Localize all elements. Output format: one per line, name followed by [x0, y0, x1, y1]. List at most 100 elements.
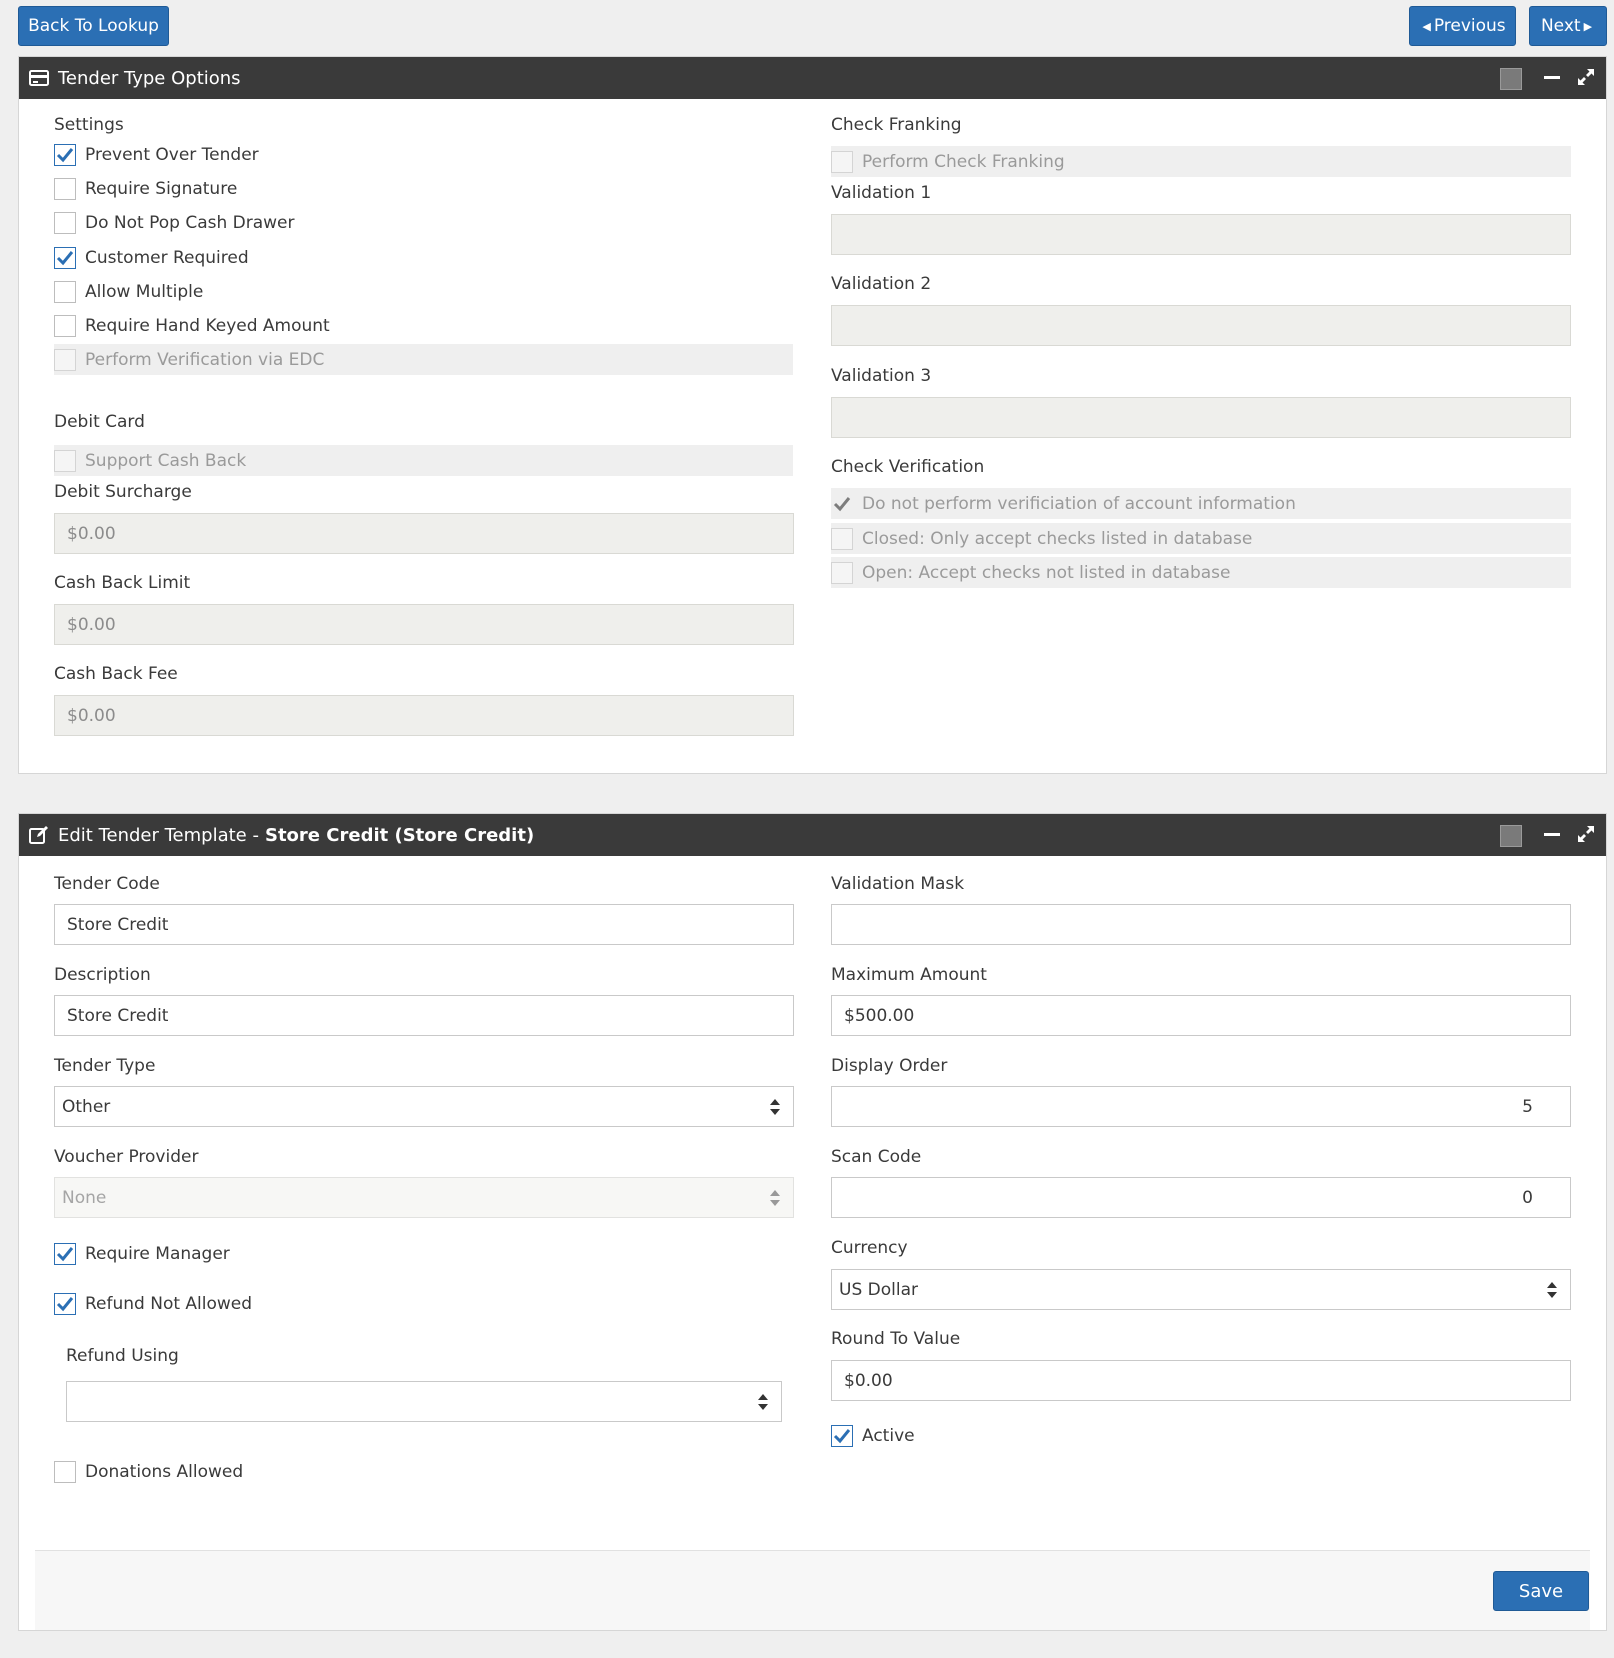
voucher-provider-value: None [62, 1187, 107, 1208]
customer-required-checkbox[interactable]: Customer Required [54, 242, 249, 273]
scan-code-label: Scan Code [831, 1147, 922, 1167]
prevent-over-tender-label: Prevent Over Tender [85, 144, 259, 165]
tender-code-input[interactable]: Store Credit [54, 904, 794, 945]
maximum-amount-input[interactable]: $500.00 [831, 995, 1571, 1036]
save-button[interactable]: Save [1493, 1571, 1589, 1611]
checkmark-icon [56, 1296, 74, 1311]
refund-not-allowed-label: Refund Not Allowed [85, 1293, 253, 1314]
currency-select[interactable]: US Dollar [831, 1269, 1571, 1310]
validation-1-label: Validation 1 [831, 183, 932, 203]
description-input[interactable]: Store Credit [54, 995, 794, 1036]
round-to-value-label: Round To Value [831, 1329, 961, 1349]
minimize-icon[interactable] [1544, 76, 1560, 79]
previous-button[interactable]: ◀ Previous [1409, 6, 1516, 46]
refund-not-allowed-checkbox[interactable]: Refund Not Allowed [54, 1288, 252, 1319]
validation-mask-input[interactable] [831, 904, 1571, 945]
voucher-provider-select[interactable]: None [54, 1177, 794, 1218]
tender-type-select[interactable]: Other [54, 1086, 794, 1127]
checkmark-icon [56, 147, 74, 162]
refund-using-label: Refund Using [66, 1346, 179, 1366]
color-toggle-button[interactable] [1500, 68, 1522, 90]
checkbox-box [831, 150, 853, 173]
next-label: Next [1540, 16, 1581, 36]
validation-2-field[interactable] [831, 305, 1571, 346]
select-arrows-icon [758, 1394, 768, 1410]
currency-value: US Dollar [839, 1279, 918, 1300]
donations-allowed-checkbox[interactable]: Donations Allowed [54, 1456, 243, 1487]
checkbox-box [54, 1292, 76, 1315]
checkmark-icon [56, 250, 74, 265]
checkbox-box [54, 1460, 76, 1483]
checkbox-box [54, 280, 76, 303]
perform-check-franking-label: Perform Check Franking [862, 151, 1065, 172]
caret-left-icon: ◀ [1422, 19, 1431, 33]
round-to-value-input[interactable]: $0.00 [831, 1360, 1571, 1401]
display-order-input[interactable]: 5 [831, 1086, 1571, 1127]
debit-surcharge-field[interactable]: $0.00 [54, 513, 794, 554]
allow-multiple-checkbox[interactable]: Allow Multiple [54, 276, 203, 307]
do-not-pop-cash-drawer-checkbox[interactable]: Do Not Pop Cash Drawer [54, 207, 295, 238]
perform-check-franking-checkbox[interactable]: Perform Check Franking [831, 146, 1571, 177]
panel-title-name: Store Credit (Store Credit) [264, 824, 535, 846]
form-footer: Save [35, 1550, 1590, 1630]
checkmark-icon [833, 496, 851, 511]
open-accept-checks-not-listed-in-database-label: Open: Accept checks not listed in databa… [862, 562, 1231, 583]
edit-tender-template-panel: Edit Tender Template - Store Credit (Sto… [18, 813, 1607, 1631]
customer-required-label: Customer Required [85, 247, 249, 268]
cash-back-limit-label: Cash Back Limit [54, 573, 191, 593]
validation-3-field[interactable] [831, 397, 1571, 438]
maximum-amount-label: Maximum Amount [831, 965, 987, 985]
panel-header: Tender Type Options [19, 57, 1606, 99]
settings-label: Settings [54, 115, 124, 135]
perform-verification-via-edc-checkbox[interactable]: Perform Verification via EDC [54, 344, 793, 375]
tender-type-options-panel: Tender Type Options Settings Prevent Ove… [18, 56, 1607, 774]
active-label: Active [862, 1425, 915, 1446]
checkbox-box [54, 1242, 76, 1265]
active-checkbox[interactable]: Active [831, 1420, 915, 1451]
support-cash-back-checkbox[interactable]: Support Cash Back [54, 445, 793, 476]
panel-title: Tender Type Options [58, 67, 241, 89]
cash-back-fee-label: Cash Back Fee [54, 664, 178, 684]
checkmark-icon [56, 1246, 74, 1261]
require-manager-label: Require Manager [85, 1243, 230, 1264]
next-button[interactable]: Next ▶ [1529, 6, 1607, 46]
checkbox-box [54, 314, 76, 337]
refund-using-select[interactable] [66, 1381, 782, 1422]
scan-code-input[interactable]: 0 [831, 1177, 1571, 1218]
expand-icon[interactable] [1576, 67, 1596, 87]
donations-allowed-label: Donations Allowed [85, 1461, 244, 1482]
closed-only-accept-checks-listed-in-database-label: Closed: Only accept checks listed in dat… [862, 528, 1253, 549]
select-arrows-icon [770, 1190, 780, 1206]
open-accept-checks-not-listed-in-database-checkbox[interactable]: Open: Accept checks not listed in databa… [831, 557, 1571, 588]
require-signature-label: Require Signature [85, 178, 238, 199]
do-not-pop-cash-drawer-label: Do Not Pop Cash Drawer [85, 212, 295, 233]
tender-type-label: Tender Type [54, 1056, 156, 1076]
cash-back-limit-field[interactable]: $0.00 [54, 604, 794, 645]
validation-1-field[interactable] [831, 214, 1571, 255]
prevent-over-tender-checkbox[interactable]: Prevent Over Tender [54, 139, 259, 170]
checkbox-box [54, 246, 76, 269]
require-hand-keyed-amount-checkbox[interactable]: Require Hand Keyed Amount [54, 310, 330, 341]
minimize-icon[interactable] [1544, 833, 1560, 836]
require-manager-checkbox[interactable]: Require Manager [54, 1238, 230, 1269]
select-arrows-icon [1547, 1282, 1557, 1298]
do-not-perform-verificiation-of-account-information-checkbox[interactable]: Do not perform verificiation of account … [831, 488, 1571, 519]
panel-title-prefix: Edit Tender Template - [58, 824, 259, 846]
perform-verification-via-edc-label: Perform Verification via EDC [85, 349, 325, 370]
checkbox-box [54, 449, 76, 472]
color-toggle-button[interactable] [1500, 825, 1522, 847]
tender-code-label: Tender Code [54, 874, 160, 894]
cash-back-fee-field[interactable]: $0.00 [54, 695, 794, 736]
checkbox-box [831, 1424, 853, 1447]
check-verification-label: Check Verification [831, 457, 985, 477]
require-signature-checkbox[interactable]: Require Signature [54, 173, 237, 204]
checkbox-box [54, 143, 76, 166]
expand-icon[interactable] [1576, 824, 1596, 844]
edit-icon [29, 825, 49, 845]
closed-only-accept-checks-listed-in-database-checkbox[interactable]: Closed: Only accept checks listed in dat… [831, 523, 1571, 554]
credit-card-icon [29, 68, 49, 88]
validation-mask-label: Validation Mask [831, 874, 965, 894]
allow-multiple-label: Allow Multiple [85, 281, 204, 302]
currency-label: Currency [831, 1238, 908, 1258]
back-to-lookup-button[interactable]: Back To Lookup [18, 6, 169, 46]
